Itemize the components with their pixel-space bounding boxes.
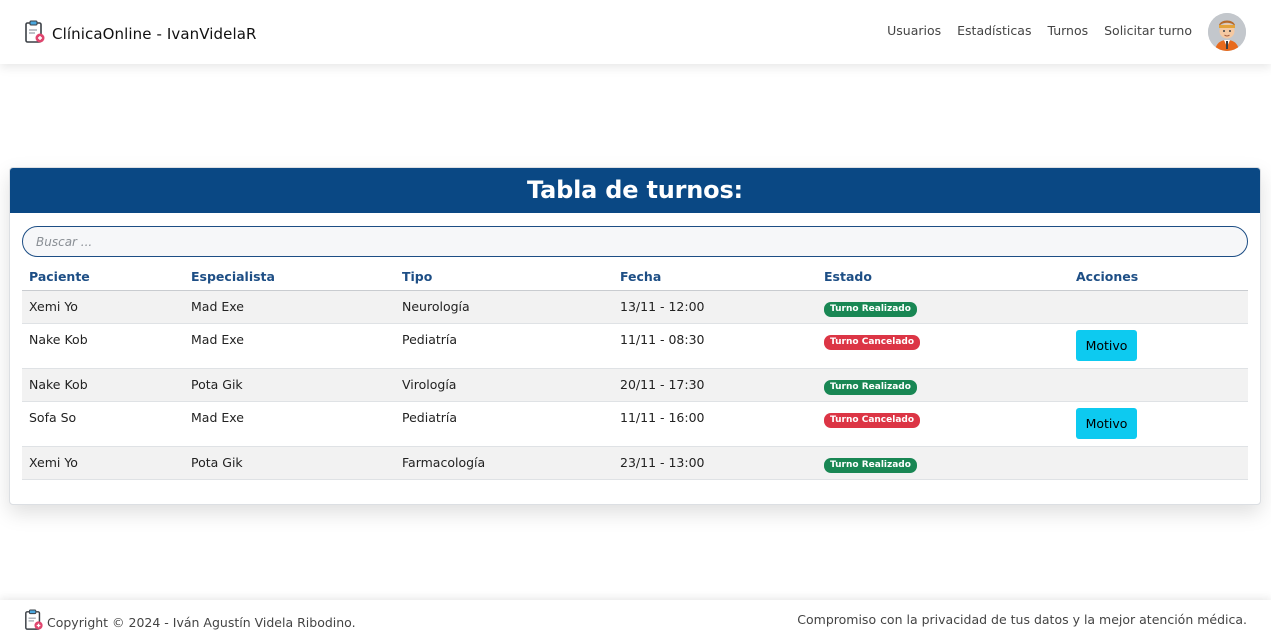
cell-acciones	[1069, 368, 1248, 402]
motivo-button[interactable]: Motivo	[1076, 407, 1137, 439]
card-title: Tabla de turnos:	[10, 168, 1260, 213]
nav-links: Usuarios Estadísticas Turnos Solicitar t…	[871, 23, 1192, 38]
motivo-button[interactable]: Motivo	[1076, 329, 1137, 361]
cell-tipo: Pediatría	[395, 323, 613, 369]
clipboard-health-icon	[24, 20, 46, 48]
cell-paciente: Xemi Yo	[22, 290, 184, 324]
status-badge: Turno Realizado	[824, 457, 917, 473]
cell-especialista: Mad Exe	[184, 290, 395, 324]
footer-brand: Copyright © 2024 - Iván Agustín Videla R…	[24, 609, 356, 635]
table-row: Xemi Yo Pota Gik Farmacología 23/11 - 13…	[22, 446, 1248, 480]
cell-tipo: Neurología	[395, 290, 613, 324]
nav-solicitar-turno[interactable]: Solicitar turno	[1104, 23, 1192, 38]
table-row: Nake Kob Mad Exe Pediatría 11/11 - 08:30…	[22, 323, 1248, 369]
cell-acciones: Motivo	[1069, 401, 1248, 447]
cell-acciones	[1069, 290, 1248, 324]
status-badge: Turno Cancelado	[824, 334, 921, 350]
cell-tipo: Farmacología	[395, 446, 613, 480]
cell-fecha: 13/11 - 12:00	[613, 290, 817, 324]
status-badge: Turno Realizado	[824, 379, 917, 395]
clipboard-health-icon	[24, 609, 44, 635]
col-acciones: Acciones	[1069, 263, 1248, 291]
col-paciente: Paciente	[22, 263, 184, 291]
cell-estado: Turno Realizado	[817, 290, 1069, 324]
cell-paciente: Sofa So	[22, 401, 184, 447]
nav-estadisticas[interactable]: Estadísticas	[957, 23, 1031, 38]
table-row: Nake Kob Pota Gik Virología 20/11 - 17:3…	[22, 368, 1248, 402]
col-especialista: Especialista	[184, 263, 395, 291]
nav-turnos[interactable]: Turnos	[1047, 23, 1088, 38]
brand-title: ClínicaOnline - IvanVidelaR	[52, 25, 257, 43]
col-tipo: Tipo	[395, 263, 613, 291]
table-header-row: Paciente Especialista Tipo Fecha Estado …	[22, 263, 1248, 291]
status-badge: Turno Realizado	[824, 301, 917, 317]
footer-copyright: Copyright © 2024 - Iván Agustín Videla R…	[47, 614, 356, 630]
cell-fecha: 23/11 - 13:00	[613, 446, 817, 480]
search-input[interactable]	[22, 226, 1248, 257]
nav-usuarios[interactable]: Usuarios	[887, 23, 941, 38]
cell-tipo: Pediatría	[395, 401, 613, 447]
table-row: Sofa So Mad Exe Pediatría 11/11 - 16:00 …	[22, 401, 1248, 447]
cell-especialista: Pota Gik	[184, 368, 395, 402]
turnos-card: Tabla de turnos: Paciente Especialista T…	[9, 167, 1261, 505]
brand-link[interactable]: ClínicaOnline - IvanVidelaR	[24, 20, 257, 48]
cell-especialista: Mad Exe	[184, 323, 395, 369]
cell-especialista: Pota Gik	[184, 446, 395, 480]
navbar: ClínicaOnline - IvanVidelaR Usuarios Est…	[0, 0, 1271, 64]
status-badge: Turno Cancelado	[824, 412, 921, 428]
footer-tagline: Compromiso con la privacidad de tus dato…	[797, 612, 1247, 627]
cell-paciente: Nake Kob	[22, 368, 184, 402]
cell-fecha: 11/11 - 16:00	[613, 401, 817, 447]
cell-fecha: 11/11 - 08:30	[613, 323, 817, 369]
cell-acciones	[1069, 446, 1248, 480]
cell-paciente: Nake Kob	[22, 323, 184, 369]
turnos-table: Paciente Especialista Tipo Fecha Estado …	[22, 263, 1248, 480]
cell-tipo: Virología	[395, 368, 613, 402]
cell-estado: Turno Cancelado	[817, 323, 1069, 369]
col-fecha: Fecha	[613, 263, 817, 291]
cell-estado: Turno Realizado	[817, 368, 1069, 402]
cell-fecha: 20/11 - 17:30	[613, 368, 817, 402]
user-avatar[interactable]	[1208, 13, 1246, 51]
table-row: Xemi Yo Mad Exe Neurología 13/11 - 12:00…	[22, 290, 1248, 324]
cell-especialista: Mad Exe	[184, 401, 395, 447]
footer: Copyright © 2024 - Iván Agustín Videla R…	[0, 600, 1271, 639]
col-estado: Estado	[817, 263, 1069, 291]
cell-paciente: Xemi Yo	[22, 446, 184, 480]
cell-estado: Turno Realizado	[817, 446, 1069, 480]
cell-acciones: Motivo	[1069, 323, 1248, 369]
cell-estado: Turno Cancelado	[817, 401, 1069, 447]
